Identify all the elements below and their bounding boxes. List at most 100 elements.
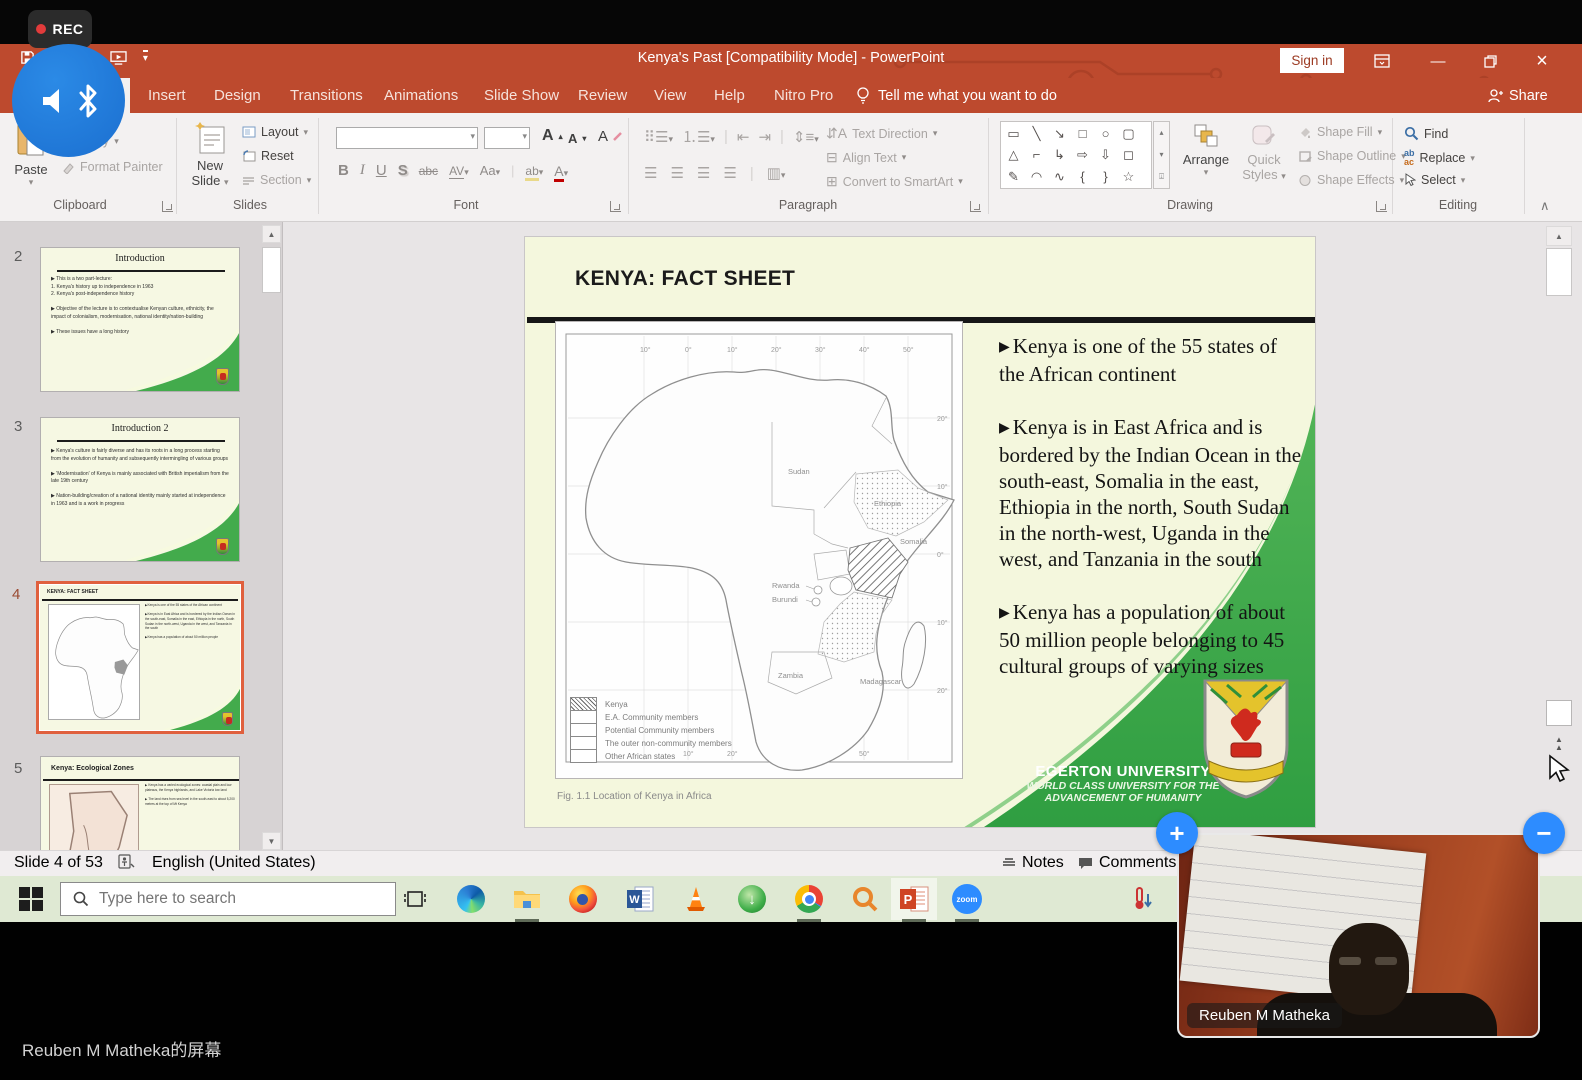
thumbnail-slide-2[interactable]: Introduction ▶ This is a two part-lectur… [40, 247, 240, 392]
increase-indent-button[interactable]: ⇥ [758, 128, 771, 146]
previous-slide-button[interactable]: ▲▲ [1546, 736, 1572, 754]
video-enlarge-button[interactable]: + [1156, 812, 1198, 854]
thumbnail-scroll-up-button[interactable]: ▲ [262, 225, 281, 243]
word-icon[interactable]: W [625, 884, 655, 914]
justify-button[interactable]: ☰ [723, 164, 736, 182]
clear-formatting-button[interactable]: A [598, 128, 622, 145]
thumbnail-scrollbar-thumb[interactable] [262, 247, 281, 293]
edge-icon[interactable] [456, 884, 486, 914]
minimize-button[interactable]: — [1418, 44, 1458, 78]
shape-fill-button[interactable]: Shape Fill▾ [1298, 125, 1382, 139]
align-right-button[interactable]: ☰ [697, 164, 710, 182]
format-painter-button[interactable]: Format Painter [62, 160, 163, 174]
convert-to-smartart-button[interactable]: ⊞ Convert to SmartArt▾ [826, 173, 963, 190]
reset-button[interactable]: Reset [242, 149, 294, 163]
notes-button[interactable]: Notes [1002, 854, 1064, 872]
find-button[interactable]: Find [1404, 126, 1448, 141]
shapes-gallery-scroll[interactable]: ▴▾⍗ [1153, 121, 1170, 189]
close-button[interactable]: × [1522, 44, 1562, 78]
tab-view[interactable]: View [648, 78, 692, 113]
start-button[interactable] [16, 884, 46, 914]
thumbnail-slide-5[interactable]: Kenya: Ecological Zones ▶ Kenya has a va… [40, 756, 240, 850]
decrease-indent-button[interactable]: ⇤ [737, 128, 750, 146]
replace-button[interactable]: abac Replace▾ [1404, 149, 1475, 167]
layout-button[interactable]: Layout▾ [242, 125, 308, 139]
new-slide-button[interactable]: New Slide ▾ [184, 121, 236, 188]
powerpoint-icon[interactable]: P [899, 884, 929, 914]
text-shadow-button[interactable]: S [398, 162, 408, 179]
columns-button[interactable]: ▥▾ [767, 164, 786, 182]
shape-outline-button[interactable]: Shape Outline▾ [1298, 149, 1406, 163]
accessibility-checker-icon[interactable] [118, 854, 135, 869]
strikethrough-button[interactable]: abc [419, 164, 438, 178]
tab-design[interactable]: Design [208, 78, 267, 113]
font-name-combobox[interactable] [336, 127, 478, 149]
slide-canvas[interactable]: KENYA: FACT SHEET [524, 236, 1316, 828]
comments-button[interactable]: Comments [1078, 854, 1176, 872]
align-text-button[interactable]: ⊟ Align Text▾ [826, 149, 906, 166]
thumbnail-slide-4-selected[interactable]: KENYA: FACT SHEET ▶Kenya is one of the 5… [36, 581, 244, 734]
text-direction-icon: ⇵A [826, 125, 847, 142]
grow-font-button[interactable]: A▴ [542, 127, 563, 145]
collapse-ribbon-button[interactable]: ∧ [1540, 198, 1550, 214]
restore-button[interactable] [1470, 44, 1510, 78]
character-spacing-button[interactable]: AV▾ [449, 164, 469, 178]
slide-scrollbar-thumb[interactable] [1546, 248, 1572, 296]
tell-me-box[interactable]: Tell me what you want to do [856, 78, 1057, 113]
clipboard-dialog-launcher[interactable] [162, 201, 173, 212]
tab-nitro-pro[interactable]: Nitro Pro [768, 78, 839, 113]
file-explorer-icon[interactable] [512, 884, 542, 914]
arrange-button[interactable]: Arrange ▾ [1178, 123, 1234, 178]
participant-video[interactable]: Reuben M Matheka [1177, 833, 1540, 1038]
zoom-app-icon[interactable]: zoom [952, 884, 982, 914]
slide-scroll-up-button[interactable]: ▲ [1546, 226, 1572, 246]
thumbnail-slide-3[interactable]: Introduction 2 ▶ Kenya's culture is fair… [40, 417, 240, 562]
underline-button[interactable]: U [376, 162, 387, 179]
language-indicator[interactable]: English (United States) [152, 854, 316, 872]
font-dialog-launcher[interactable] [610, 201, 621, 212]
drawing-dialog-launcher[interactable] [1376, 201, 1387, 212]
taskbar-search[interactable] [60, 882, 396, 916]
share-button[interactable]: Share [1487, 78, 1548, 113]
firefox-icon[interactable] [568, 884, 598, 914]
search-input[interactable] [99, 890, 359, 908]
text-direction-button[interactable]: ⇵A Text Direction▾ [826, 125, 937, 142]
chrome-icon[interactable] [794, 884, 824, 914]
vlc-icon[interactable] [681, 884, 711, 914]
align-left-button[interactable]: ☰ [644, 164, 657, 182]
tab-animations[interactable]: Animations [378, 78, 464, 113]
ribbon-display-options-button[interactable] [1362, 44, 1402, 78]
align-center-button[interactable]: ☰ [670, 164, 683, 182]
tab-transitions[interactable]: Transitions [284, 78, 369, 113]
shrink-font-button[interactable]: A▾ [568, 131, 586, 146]
video-shrink-button[interactable]: − [1523, 812, 1565, 854]
shape-effects-button[interactable]: Shape Effects▾ [1298, 173, 1404, 187]
thumbnail-scroll-down-button[interactable]: ▼ [262, 832, 281, 850]
line-spacing-button[interactable]: ⇕≡▾ [793, 128, 819, 146]
slide-scroll-down-button[interactable] [1546, 700, 1572, 726]
tab-slide-show[interactable]: Slide Show [478, 78, 565, 113]
weather-widget-icon[interactable] [1128, 884, 1158, 914]
bold-button[interactable]: B [338, 162, 349, 179]
bullets-button[interactable]: ⠿☰▾ [644, 128, 673, 146]
highlight-color-button[interactable]: ab▾ [525, 164, 543, 178]
numbering-button[interactable]: ⒈☰▾ [682, 126, 715, 147]
section-button[interactable]: Section▾ [242, 173, 311, 187]
sign-in-button[interactable]: Sign in [1280, 48, 1344, 73]
tab-insert[interactable]: Insert [142, 78, 192, 113]
select-button[interactable]: Select▾ [1404, 173, 1465, 187]
idm-icon[interactable]: ↓ [737, 884, 767, 914]
tab-review[interactable]: Review [572, 78, 633, 113]
italic-button[interactable]: I [360, 162, 365, 179]
tab-help[interactable]: Help [708, 78, 751, 113]
shape-outline-icon [1298, 150, 1312, 163]
zoom-audio-button[interactable] [12, 44, 125, 157]
task-view-icon[interactable] [400, 884, 430, 914]
font-size-combobox[interactable] [484, 127, 530, 149]
font-color-button[interactable]: A▾ [554, 163, 568, 179]
quick-styles-button[interactable]: Quick Styles ▾ [1238, 123, 1290, 182]
change-case-button[interactable]: Aa▾ [480, 163, 500, 178]
paragraph-dialog-launcher[interactable] [970, 201, 981, 212]
shapes-gallery[interactable]: ▭╲↘□○▢ △⌐↳⇨⇩◻ ✎◠∿{}☆ [1000, 121, 1152, 189]
search-app-icon[interactable] [850, 884, 880, 914]
